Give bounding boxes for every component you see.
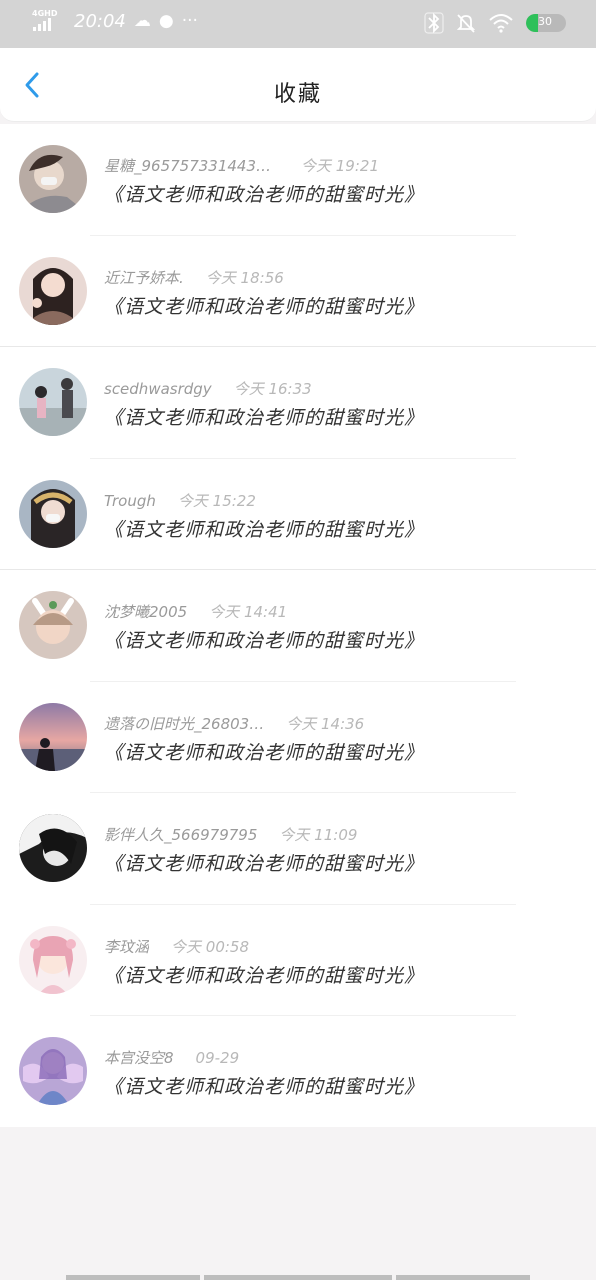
- avatar[interactable]: [19, 256, 87, 325]
- username: 遗落の旧时光_26803…: [104, 714, 265, 733]
- list-item[interactable]: scedhwasrdgy 今天 16:33 《语文老师和政治老师的甜蜜时光》: [0, 347, 596, 459]
- avatar[interactable]: [19, 702, 87, 771]
- timestamp: 今天 14:41: [209, 603, 288, 621]
- list-item[interactable]: 沈梦曦2005 今天 14:41 《语文老师和政治老师的甜蜜时光》: [0, 570, 596, 682]
- timestamp: 今天 15:22: [177, 491, 256, 510]
- list-item[interactable]: Trough 今天 15:22 《语文老师和政治老师的甜蜜时光》: [0, 459, 596, 570]
- wifi-icon: [489, 14, 513, 33]
- avatar[interactable]: [19, 1037, 87, 1105]
- username: scedhwasrdgy: [104, 380, 212, 398]
- username: 星糖_9657573314433…: [104, 157, 279, 175]
- avatar[interactable]: [19, 145, 87, 213]
- bluetooth-icon: [424, 12, 444, 34]
- cloud-icon: ☁: [133, 11, 151, 31]
- battery-icon: 30: [526, 14, 566, 32]
- timestamp: 今天 19:21: [301, 157, 379, 175]
- signal-icon: 4GHD: [32, 8, 60, 34]
- avatar[interactable]: [19, 591, 87, 659]
- list-item[interactable]: 影伴人久_566979795 今天 11:09 《语文老师和政治老师的甜蜜时光》: [0, 793, 596, 905]
- avatar[interactable]: [19, 368, 87, 436]
- network-type: 4GHD: [32, 9, 58, 18]
- list-item[interactable]: 本宫没空8 09-29 《语文老师和政治老师的甜蜜时光》: [0, 1016, 596, 1128]
- post-title: 《语文老师和政治老师的甜蜜时光》: [104, 964, 425, 987]
- bottom-gesture-bar: [66, 1275, 530, 1280]
- app-icon: ●: [158, 11, 174, 31]
- username: 近江予娇本.: [104, 268, 184, 287]
- favorites-list: 星糖_9657573314433… 今天 19:21 《语文老师和政治老师的甜蜜…: [0, 124, 596, 1127]
- app-header: 收藏: [0, 48, 596, 122]
- status-bar: 4GHD 20:04 ☁ ● ··· 30: [0, 0, 596, 48]
- post-title: 《语文老师和政治老师的甜蜜时光》: [104, 1076, 425, 1098]
- post-title: 《语文老师和政治老师的甜蜜时光》: [104, 630, 425, 652]
- username: 影伴人久_566979795: [104, 826, 258, 844]
- post-title: 《语文老师和政治老师的甜蜜时光》: [104, 518, 425, 541]
- list-item[interactable]: 遗落の旧时光_26803… 今天 14:36 《语文老师和政治老师的甜蜜时光》: [0, 682, 596, 793]
- list-item[interactable]: 星糖_9657573314433… 今天 19:21 《语文老师和政治老师的甜蜜…: [0, 124, 596, 236]
- post-title: 《语文老师和政治老师的甜蜜时光》: [104, 853, 425, 875]
- list-item[interactable]: 李玟涵 今天 00:58 《语文老师和政治老师的甜蜜时光》: [0, 905, 596, 1016]
- timestamp: 今天 16:33: [233, 380, 312, 398]
- post-title: 《语文老师和政治老师的甜蜜时光》: [104, 295, 425, 318]
- timestamp: 今天 18:56: [205, 268, 284, 287]
- more-icon: ···: [181, 11, 198, 31]
- post-title: 《语文老师和政治老师的甜蜜时光》: [104, 741, 425, 764]
- post-title: 《语文老师和政治老师的甜蜜时光》: [104, 407, 425, 429]
- battery-level: 30: [538, 15, 552, 28]
- post-title: 《语文老师和政治老师的甜蜜时光》: [104, 184, 425, 206]
- mute-icon: [456, 14, 476, 33]
- avatar[interactable]: [19, 925, 87, 994]
- timestamp: 今天 11:09: [279, 826, 358, 844]
- username: 本宫没空8: [104, 1049, 174, 1067]
- avatar[interactable]: [19, 814, 87, 882]
- list-item[interactable]: 近江予娇本. 今天 18:56 《语文老师和政治老师的甜蜜时光》: [0, 236, 596, 347]
- username: Trough: [104, 491, 156, 510]
- avatar[interactable]: [19, 479, 87, 548]
- username: 沈梦曦2005: [104, 603, 188, 621]
- page-title: 收藏: [273, 82, 322, 107]
- timestamp: 今天 00:58: [171, 937, 250, 956]
- status-time: 20:04: [74, 10, 126, 32]
- timestamp: 今天 14:36: [286, 714, 365, 733]
- username: 李玟涵: [104, 937, 150, 956]
- timestamp: 09-29: [195, 1049, 240, 1067]
